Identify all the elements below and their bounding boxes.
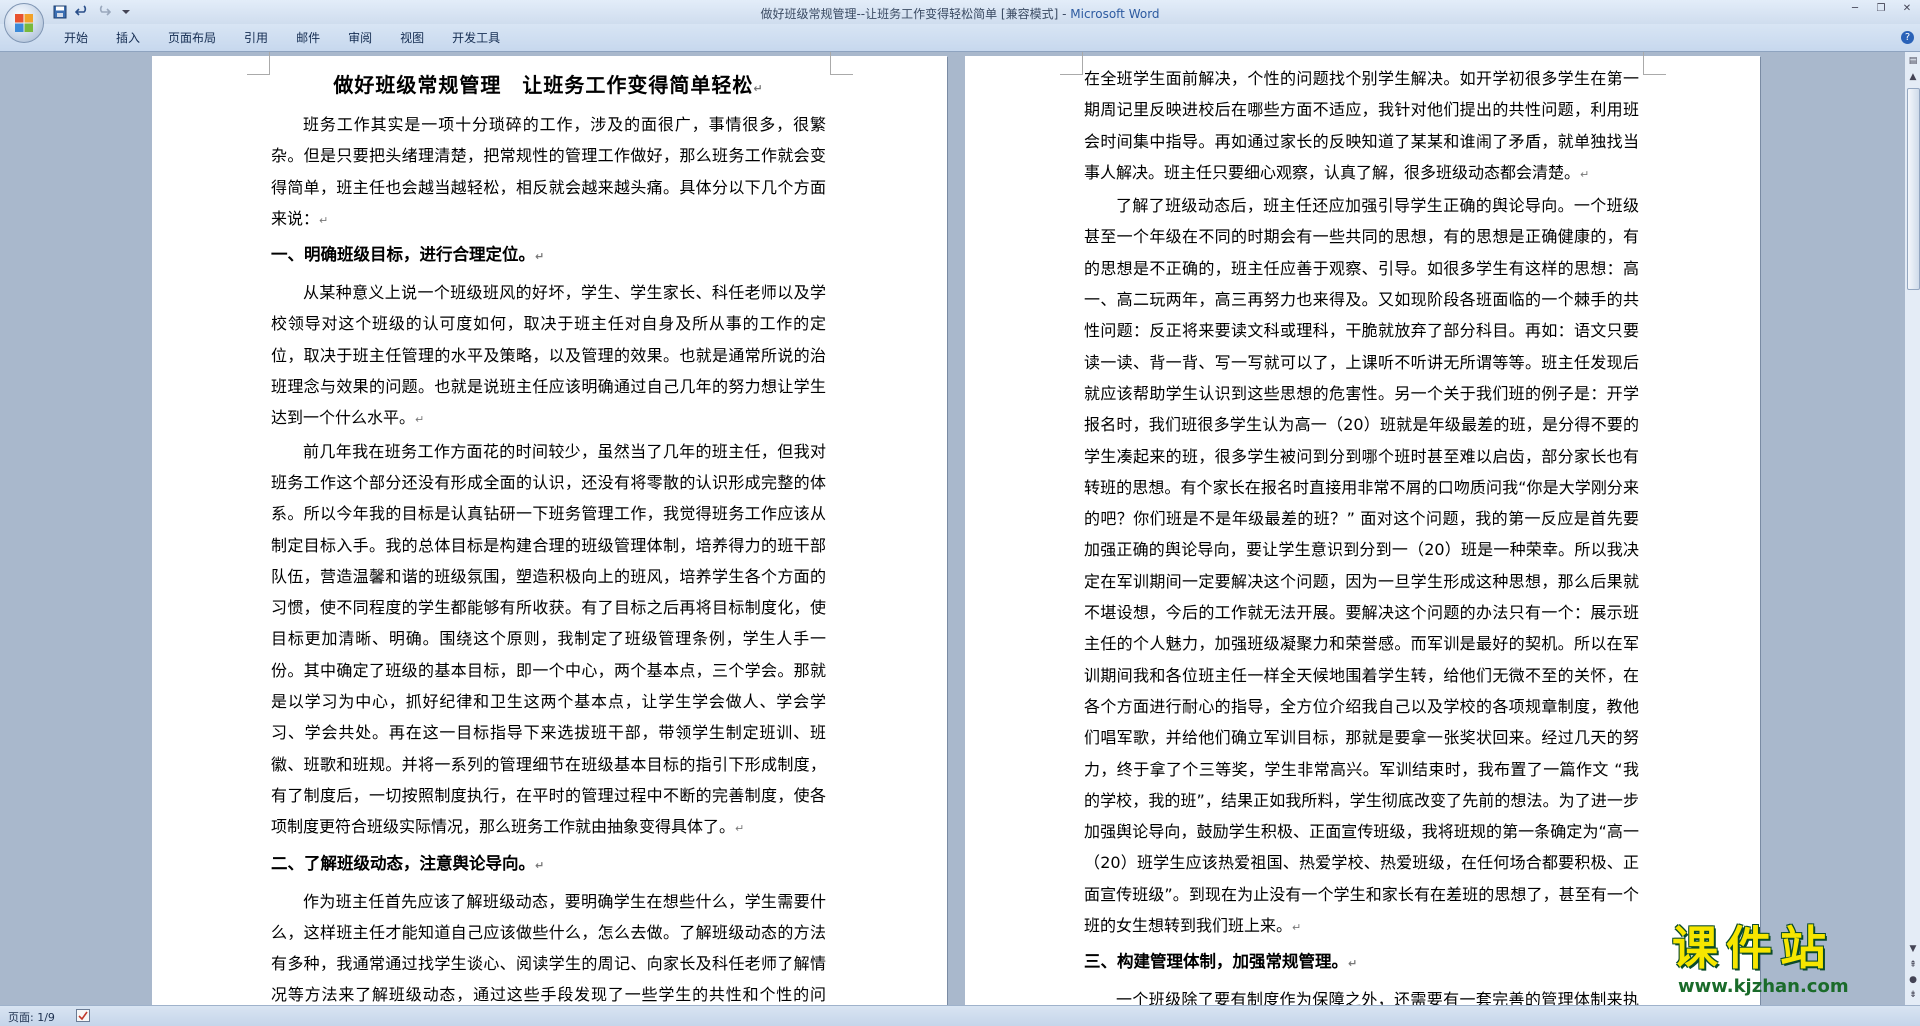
page-number-indicator[interactable]: 页面: 1/9: [8, 1009, 55, 1025]
page-2-content: 在全班学生面前解决，个性的问题找个别学生解决。如开学初很多学生在第一期周记里反映…: [1084, 63, 1639, 1005]
app-name: Microsoft Word: [1070, 7, 1160, 21]
window-title: 做好班级常规管理--让班务工作变得轻松简单 [兼容模式] - Microsoft…: [0, 5, 1920, 22]
ribbon: 开始 插入 页面布局 引用 邮件 审阅 视图 开发工具 ?: [0, 24, 1920, 52]
watermark-title: 课件站: [1672, 921, 1834, 975]
tab-view[interactable]: 视图: [386, 30, 438, 46]
scroll-up-icon[interactable]: ▲: [1906, 70, 1920, 84]
tab-home[interactable]: 开始: [50, 30, 102, 46]
minimize-icon[interactable]: ─: [1842, 0, 1868, 16]
scroll-thumb[interactable]: [1907, 88, 1920, 290]
document-title-heading: 做好班级常规管理 让班务工作变得简单轻松↵: [333, 73, 764, 97]
watermark-url: www.kjzhan.com: [1678, 976, 1849, 997]
section-heading-2: 二、了解班级动态，注意舆论导向。↵: [271, 853, 545, 873]
tab-review[interactable]: 审阅: [334, 30, 386, 46]
title-bar: 做好班级常规管理--让班务工作变得轻松简单 [兼容模式] - Microsoft…: [0, 0, 1920, 24]
document-page-1[interactable]: 做好班级常规管理 让班务工作变得简单轻松↵ 班务工作其实是一项十分琐碎的工作，涉…: [152, 52, 947, 1005]
tab-developer[interactable]: 开发工具: [438, 30, 514, 46]
office-logo-icon: [15, 14, 33, 32]
ruler-toggle-icon[interactable]: ▤: [1906, 54, 1920, 68]
status-bar: 页面: 1/9: [0, 1005, 1920, 1026]
vertical-scrollbar[interactable]: ▤ ▲ ▼ ⇞ ● ⇟: [1904, 52, 1920, 1005]
section-heading-3: 三、构建管理体制，加强常规管理。↵: [1084, 952, 1358, 972]
page-1-content: 做好班级常规管理 让班务工作变得简单轻松↵ 班务工作其实是一项十分琐碎的工作，涉…: [271, 66, 826, 1005]
proofing-icon[interactable]: [76, 1009, 90, 1022]
paragraph: 从某种意义上说一个班级班风的好坏，学生、学生家长、科任老师以及学校领导对这个班级…: [271, 283, 826, 428]
tab-page-layout[interactable]: 页面布局: [154, 30, 230, 46]
restore-icon[interactable]: ❐: [1868, 0, 1894, 16]
office-button[interactable]: [4, 3, 44, 43]
paragraph: 了解了班级动态后，班主任还应加强引导学生正确的舆论导向。一个班级甚至一个年级在不…: [1084, 196, 1639, 936]
help-icon[interactable]: ?: [1901, 31, 1914, 44]
document-page-2[interactable]: 在全班学生面前解决，个性的问题找个别学生解决。如开学初很多学生在第一期周记里反映…: [965, 52, 1760, 1005]
paragraph: 在全班学生面前解决，个性的问题找个别学生解决。如开学初很多学生在第一期周记里反映…: [1084, 69, 1639, 182]
crop-mark: [1643, 52, 1666, 75]
paragraph: 班务工作其实是一项十分琐碎的工作，涉及的面很广，事情很多，很繁杂。但是只要把头绪…: [271, 115, 826, 228]
tab-mailings[interactable]: 邮件: [282, 30, 334, 46]
paragraph: 一个班级除了要有制度作为保障之外，还需要有一套完善的管理体制来执行: [1116, 990, 1639, 1005]
watermark-logo: 课件站 www.kjzhan.com: [1672, 920, 1912, 1002]
paragraph: 作为班主任首先应该了解班级动态，要明确学生在想些什么，学生需要什么，这样班主任才…: [271, 891, 826, 1005]
section-heading-1: 一、明确班级目标，进行合理定位。↵: [271, 245, 545, 265]
document-area: 做好班级常规管理 让班务工作变得简单轻松↵ 班务工作其实是一项十分琐碎的工作，涉…: [0, 52, 1904, 1005]
paragraph: 前几年我在班务工作方面花的时间较少，虽然当了几年的班主任，但我对班务工作这个部分…: [271, 441, 826, 837]
close-icon[interactable]: ✕: [1894, 0, 1920, 16]
tab-insert[interactable]: 插入: [102, 30, 154, 46]
document-title: 做好班级常规管理--让班务工作变得轻松简单 [兼容模式] -: [760, 7, 1071, 21]
crop-mark: [1060, 52, 1083, 75]
window-controls: ─ ❐ ✕: [1842, 0, 1920, 16]
crop-mark: [830, 52, 853, 75]
tab-references[interactable]: 引用: [230, 30, 282, 46]
crop-mark: [247, 52, 270, 75]
ribbon-tabs: 开始 插入 页面布局 引用 邮件 审阅 视图 开发工具: [50, 30, 514, 46]
